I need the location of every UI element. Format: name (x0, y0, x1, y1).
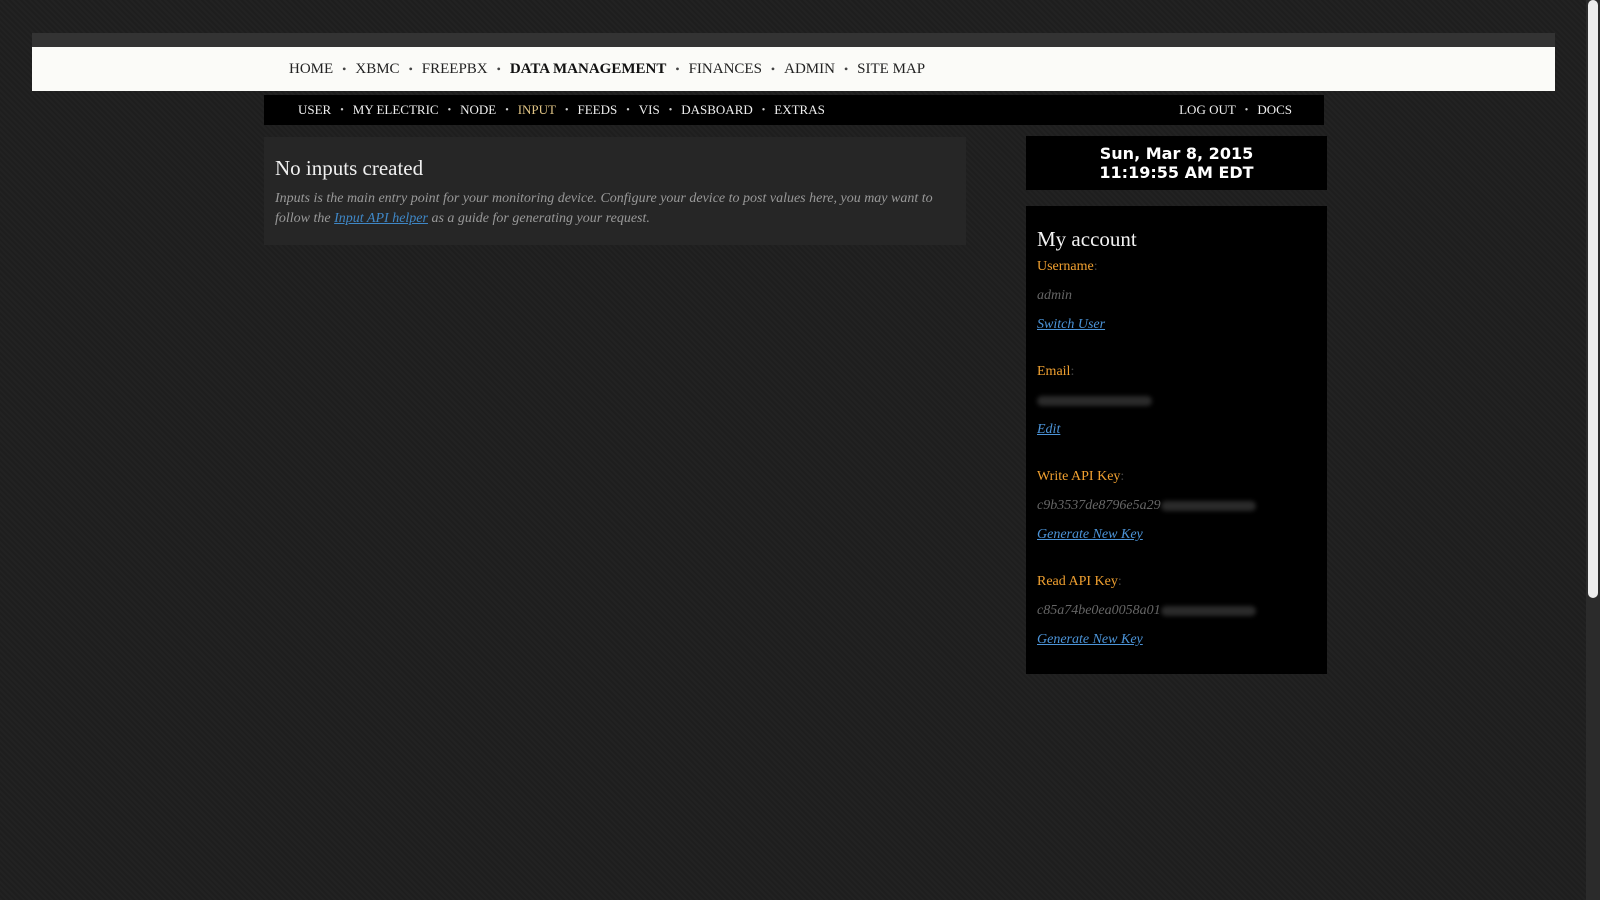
read-key-label: Read API Key (1037, 574, 1118, 589)
username-label-row: Username: (1037, 259, 1316, 277)
subnav-separator: • (340, 104, 344, 116)
read-key-label-row: Read API Key: (1037, 574, 1316, 592)
username-value: admin (1037, 288, 1072, 303)
nav-xbmc[interactable]: XBMC (355, 61, 399, 78)
subnav-input[interactable]: INPUT (518, 102, 556, 118)
description-text-end: as a guide for generating your request. (427, 211, 650, 226)
nav-separator: • (770, 61, 776, 76)
main-nav: HOME • XBMC • FREEPBX • DATA MANAGEMENT … (289, 47, 925, 91)
write-key-group: Write API Key: c9b3537de8796e5a29 Genera… (1037, 469, 1316, 545)
subnav-separator: • (1244, 104, 1249, 116)
clock-display: Sun, Mar 8, 2015 11:19:55 AM EDT (1026, 136, 1327, 190)
label-colon: : (1117, 574, 1122, 589)
nav-data-management[interactable]: DATA MANAGEMENT (510, 61, 667, 78)
label-colon: : (1070, 364, 1075, 379)
read-key-value: c85a74be0ea0058a01 (1037, 603, 1316, 621)
label-colon: : (1120, 469, 1125, 484)
label-colon: : (1093, 259, 1098, 274)
account-title: My account (1037, 227, 1137, 251)
write-key-label-row: Write API Key: (1037, 469, 1316, 487)
nav-separator: • (675, 61, 680, 76)
subnav-dashboard[interactable]: DASBOARD (681, 102, 753, 118)
nav-admin[interactable]: ADMIN (784, 61, 835, 78)
subnav-separator: • (761, 104, 766, 116)
nav-separator: • (408, 61, 413, 76)
nav-finances[interactable]: FINANCES (689, 61, 762, 78)
panel-title: No inputs created (275, 156, 424, 180)
subnav-separator: • (626, 104, 630, 116)
sub-nav-bar: USER • MY ELECTRIC • NODE • INPUT • FEED… (264, 95, 1324, 125)
account-panel: My account Username: admin Switch User E… (1026, 206, 1327, 674)
inputs-panel: No inputs created Inputs is the main ent… (264, 137, 966, 245)
sub-nav-right: LOG OUT • DOCS (1179, 95, 1292, 125)
redacted-email (1037, 395, 1152, 406)
subnav-separator: • (668, 104, 673, 116)
scrollbar[interactable] (1586, 0, 1600, 900)
write-key-value: c9b3537de8796e5a29 (1037, 498, 1316, 516)
generate-write-key-link[interactable]: Generate New Key (1037, 527, 1316, 545)
nav-separator: • (843, 61, 849, 76)
top-strip (32, 33, 1555, 47)
email-group: Email: Edit (1037, 364, 1316, 440)
email-label: Email (1037, 364, 1071, 379)
nav-separator: • (342, 61, 347, 76)
nav-separator: • (496, 61, 501, 76)
subnav-separator: • (505, 104, 509, 116)
redacted-key (1160, 500, 1256, 511)
subnav-separator: • (447, 104, 452, 116)
generate-read-key-link[interactable]: Generate New Key (1037, 632, 1316, 650)
subnav-user[interactable]: USER (298, 102, 331, 118)
nav-freepbx[interactable]: FREEPBX (422, 61, 488, 78)
read-key-text: c85a74be0ea0058a01 (1037, 603, 1161, 618)
username-group: Username: admin Switch User (1037, 259, 1316, 335)
subnav-my-electric[interactable]: MY ELECTRIC (353, 102, 439, 118)
redacted-key (1160, 605, 1256, 616)
subnav-extras[interactable]: EXTRAS (774, 102, 825, 118)
main-header: HOME • XBMC • FREEPBX • DATA MANAGEMENT … (32, 47, 1555, 91)
docs-link[interactable]: DOCS (1257, 102, 1292, 118)
sub-nav: USER • MY ELECTRIC • NODE • INPUT • FEED… (298, 95, 825, 125)
clock-date: Sun, Mar 8, 2015 (1099, 144, 1254, 163)
subnav-node[interactable]: NODE (460, 102, 496, 118)
edit-email-link[interactable]: Edit (1037, 422, 1316, 440)
nav-home[interactable]: HOME (289, 61, 333, 78)
subnav-separator: • (565, 104, 569, 116)
write-key-label: Write API Key (1037, 469, 1121, 484)
email-value (1037, 393, 1316, 411)
write-key-text: c9b3537de8796e5a29 (1037, 498, 1161, 513)
nav-site-map[interactable]: SITE MAP (857, 61, 925, 78)
input-api-helper-link[interactable]: Input API helper (334, 211, 428, 226)
panel-description: Inputs is the main entry point for your … (275, 189, 955, 229)
subnav-feeds[interactable]: FEEDS (578, 102, 618, 118)
switch-user-link[interactable]: Switch User (1037, 317, 1316, 335)
email-label-row: Email: (1037, 364, 1316, 382)
subnav-vis[interactable]: VIS (639, 102, 660, 118)
read-key-group: Read API Key: c85a74be0ea0058a01 Generat… (1037, 574, 1316, 650)
scrollbar-thumb[interactable] (1588, 0, 1598, 598)
clock-time: 11:19:55 AM EDT (1099, 163, 1254, 182)
logout-link[interactable]: LOG OUT (1179, 102, 1236, 118)
username-label: Username (1037, 259, 1094, 274)
